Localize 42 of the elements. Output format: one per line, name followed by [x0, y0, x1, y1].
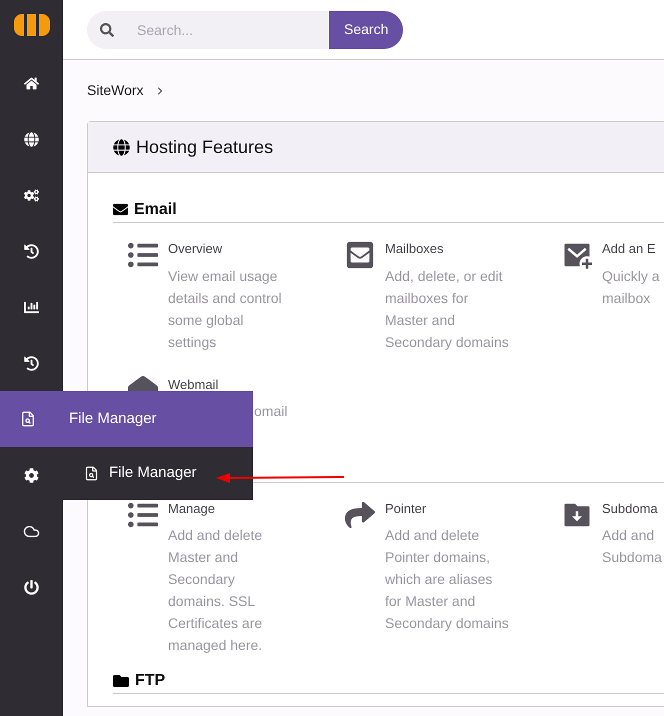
file-search-icon: [20, 411, 36, 427]
mailbox-icon: [345, 240, 375, 270]
curved-arrow-icon: [345, 500, 375, 530]
globe-icon: [113, 138, 130, 156]
sidebar-item[interactable]: File Manager: [0, 391, 253, 447]
card-title: Hosting Features: [136, 136, 274, 159]
breadcrumb-link[interactable]: SiteWorx: [87, 80, 144, 101]
history-icon: [24, 244, 39, 258]
feature-link[interactable]: Subdoma: [602, 498, 664, 518]
feature-description: Add and Subdoma: [602, 526, 663, 567]
feature-description: View email usage details and control some global settings: [168, 266, 283, 352]
search-button[interactable]: Search: [329, 10, 404, 48]
feature-description: Add, delete, or edit mailboxes for Master and Secondary domains: [385, 266, 510, 352]
feature-link[interactable]: Mailboxes: [385, 239, 510, 258]
feature-description: Add and delete Pointer domains, which are aliases for Master and Secondary domains: [385, 526, 510, 633]
feature-link[interactable]: Webmail: [168, 374, 288, 394]
feature-link[interactable]: Overview: [168, 239, 293, 258]
bar-chart-icon: [24, 300, 39, 314]
gears-icon: [24, 188, 39, 202]
settings-icon: [24, 468, 39, 482]
power-icon: [24, 580, 39, 594]
feature-description: Add and delete Master and Secondary domains. SSL Certificates are managed here.: [168, 526, 264, 655]
search-field[interactable]: Search...: [87, 10, 329, 48]
home-icon: [24, 76, 39, 90]
flyout-menu-item[interactable]: File Manager: [84, 462, 197, 485]
history-icon: [24, 356, 39, 370]
globe-icon: [24, 132, 39, 146]
section-title: Email: [134, 200, 177, 220]
logo: [14, 14, 50, 36]
section-title: FTP: [135, 670, 166, 690]
list-icon: [128, 240, 158, 270]
folder-icon: [113, 672, 129, 688]
feature-link[interactable]: Manage: [168, 498, 293, 518]
feature-description: omail: [254, 402, 288, 421]
feature-description: Quickly a mailbox: [602, 266, 661, 308]
feature-link[interactable]: Pointer: [385, 498, 510, 518]
envelope-icon: [113, 202, 128, 217]
feature-link[interactable]: Add an E: [602, 239, 664, 258]
open-envelope-icon: [128, 376, 158, 392]
file-search-icon: [84, 466, 99, 481]
flyout-title: File Manager: [69, 408, 157, 429]
search-icon: [100, 22, 114, 36]
